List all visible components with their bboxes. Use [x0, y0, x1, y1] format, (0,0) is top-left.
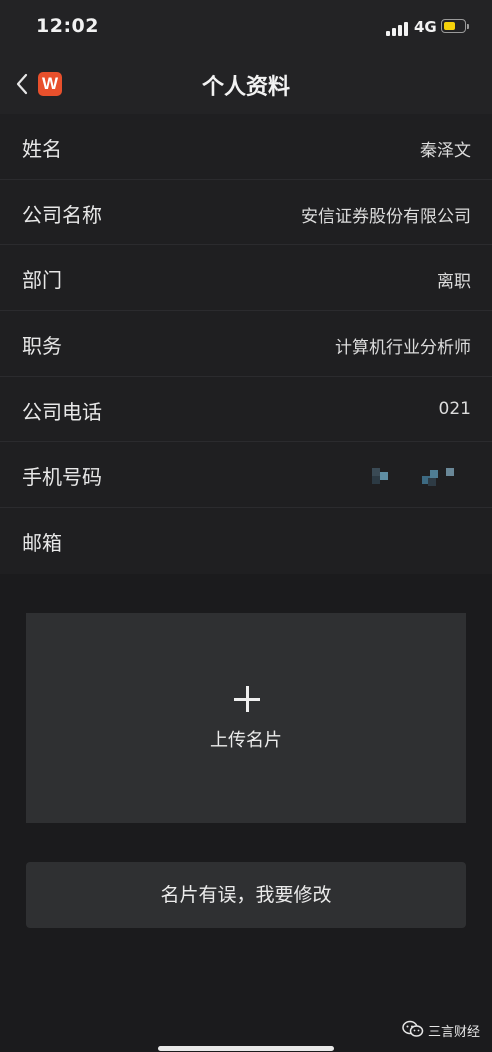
row-value: 秦泽文	[420, 141, 471, 161]
profile-row-email[interactable]: 邮箱	[0, 508, 492, 574]
profile-row-mobile[interactable]: 手机号码	[0, 442, 492, 509]
profile-row-company[interactable]: 公司名称 安信证券股份有限公司	[0, 180, 492, 246]
nav-bar: W 个人资料	[0, 54, 492, 114]
row-value: 离职	[437, 272, 471, 293]
profile-row-department[interactable]: 部门 离职	[0, 245, 492, 312]
page-title: 个人资料	[201, 75, 290, 100]
home-indicator[interactable]	[158, 1046, 334, 1051]
status-bar: 12:02 4G	[0, 0, 492, 54]
row-label: 公司名称	[22, 202, 102, 227]
row-value: 安信证券股份有限公司	[301, 206, 471, 227]
cellular-signal-icon	[386, 20, 410, 36]
row-label: 姓名	[22, 137, 62, 161]
battery-icon	[441, 19, 470, 34]
plus-icon	[234, 686, 260, 712]
upload-label: 上传名片	[210, 730, 282, 751]
row-value: 021	[438, 398, 471, 419]
profile-row-company-phone[interactable]: 公司电话 021	[0, 377, 492, 443]
row-label: 邮箱	[22, 531, 62, 556]
row-label: 手机号码	[22, 465, 102, 490]
wechat-icon	[402, 1020, 424, 1037]
row-value: 计算机行业分析师	[335, 338, 471, 359]
profile-row-position[interactable]: 职务 计算机行业分析师	[0, 311, 492, 377]
row-label: 部门	[22, 268, 62, 293]
row-label: 公司电话	[22, 399, 102, 424]
row-label: 职务	[22, 334, 62, 359]
network-type: 4G	[414, 18, 437, 36]
redacted-mosaic	[372, 468, 466, 488]
upload-card-button[interactable]: 上传名片	[26, 613, 466, 823]
status-time: 12:02	[36, 15, 99, 37]
profile-list: 姓名 秦泽文 公司名称 安信证券股份有限公司 部门 离职 职务 计算机行业分析师…	[0, 114, 492, 574]
edit-card-button[interactable]: 名片有误，我要修改	[26, 862, 466, 928]
watermark-text: 三言财经	[428, 1025, 481, 1040]
profile-row-name[interactable]: 姓名 秦泽文	[0, 114, 492, 180]
